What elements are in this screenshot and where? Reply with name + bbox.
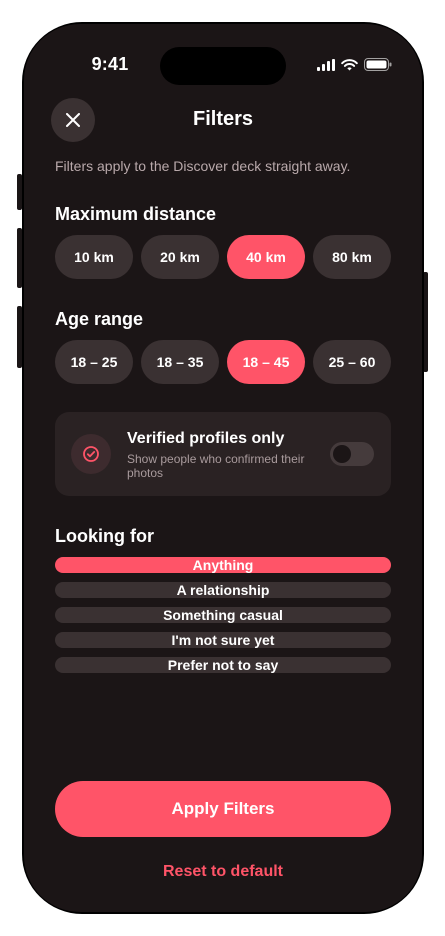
battery-icon	[364, 58, 392, 71]
dynamic-island	[160, 47, 286, 85]
distance-chip[interactable]: 10 km	[55, 235, 133, 279]
looking-for-section-title: Looking for	[55, 526, 154, 546]
verified-icon-badge	[71, 434, 111, 474]
status-time: 9:41	[91, 54, 129, 74]
age-chip-selected[interactable]: 18 – 45	[227, 340, 305, 384]
verified-title: Verified profiles only	[127, 430, 285, 447]
looking-for-option[interactable]: Something casual	[55, 607, 391, 623]
looking-for-option-selected[interactable]: Anything	[55, 557, 391, 573]
distance-chip[interactable]: 20 km	[141, 235, 219, 279]
distance-section-title: Maximum distance	[55, 204, 217, 224]
toggle-knob	[333, 445, 351, 463]
distance-chip[interactable]: 80 km	[313, 235, 391, 279]
page-title: Filters	[192, 108, 254, 130]
verified-profiles-card: Verified profiles only Show people who c…	[55, 412, 391, 496]
verified-subtitle: Show people who confirmed their photos	[127, 452, 305, 480]
screen: 9:41 Filters Filters apply to the Discov…	[24, 24, 422, 912]
verified-toggle[interactable]	[330, 442, 374, 466]
cellular-signal-icon	[317, 58, 335, 71]
reset-to-default-link[interactable]: Reset to default	[24, 863, 422, 881]
distance-chip-selected[interactable]: 40 km	[227, 235, 305, 279]
verified-check-icon	[83, 446, 99, 462]
page-subtitle: Filters apply to the Discover deck strai…	[55, 158, 351, 174]
looking-for-options: Anything A relationship Something casual…	[55, 557, 391, 673]
distance-options: 10 km 20 km 40 km 80 km	[55, 235, 391, 279]
age-chip[interactable]: 25 – 60	[313, 340, 391, 384]
looking-for-option[interactable]: Prefer not to say	[55, 657, 391, 673]
wifi-icon	[341, 58, 358, 70]
looking-for-option[interactable]: I'm not sure yet	[55, 632, 391, 648]
apply-filters-button[interactable]: Apply Filters	[55, 781, 391, 837]
age-chip[interactable]: 18 – 25	[55, 340, 133, 384]
age-section-title: Age range	[55, 309, 144, 329]
looking-for-option[interactable]: A relationship	[55, 582, 391, 598]
age-chip[interactable]: 18 – 35	[141, 340, 219, 384]
age-options: 18 – 25 18 – 35 18 – 45 25 – 60	[55, 340, 391, 384]
status-icons	[317, 58, 392, 71]
